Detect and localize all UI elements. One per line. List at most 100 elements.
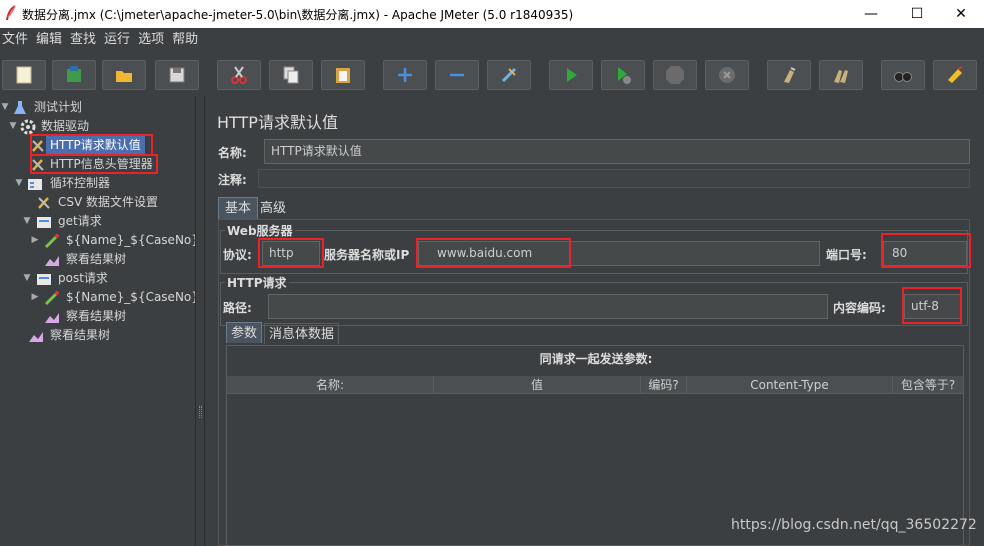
start-icon bbox=[567, 68, 577, 82]
copy-button[interactable] bbox=[269, 60, 313, 90]
cut-button[interactable] bbox=[217, 60, 261, 90]
collapse-toggle-icon[interactable]: ▼ bbox=[22, 269, 32, 288]
clear-button[interactable] bbox=[767, 60, 811, 90]
highlight-box bbox=[258, 238, 324, 268]
reset-search-icon bbox=[948, 66, 963, 83]
paste-button[interactable] bbox=[321, 60, 365, 90]
collapse-toggle-icon[interactable]: ▼ bbox=[14, 174, 24, 193]
column-include-equals[interactable]: 包含等于? bbox=[893, 376, 963, 394]
highlight-box bbox=[416, 238, 571, 268]
shutdown-icon bbox=[719, 67, 735, 83]
name-field[interactable]: HTTP请求默认值 bbox=[264, 139, 970, 164]
menu-options[interactable]: 选项 bbox=[136, 28, 166, 52]
start-no-pause-button[interactable] bbox=[601, 60, 645, 90]
web-server-group-title: Web服务器 bbox=[225, 222, 295, 239]
tab-parameters[interactable]: 参数 bbox=[226, 322, 263, 343]
search-button[interactable] bbox=[881, 60, 925, 90]
highlight-box bbox=[30, 134, 153, 156]
window-title: 数据分离.jmx (C:\jmeter\apache-jmeter-5.0\bi… bbox=[22, 8, 574, 22]
jmeter-feather-icon bbox=[6, 5, 16, 21]
menu-run[interactable]: 运行 bbox=[102, 28, 132, 52]
menu-help[interactable]: 帮助 bbox=[170, 28, 200, 52]
tab-basic[interactable]: 基本 bbox=[218, 197, 259, 219]
comment-label: 注释: bbox=[218, 173, 247, 187]
listener-icon bbox=[29, 332, 43, 342]
menu-bar: 文件 编辑 查找 运行 选项 帮助 bbox=[0, 28, 984, 52]
tree-node-loop-controller[interactable]: ▼ 循环控制器 bbox=[0, 174, 190, 193]
highlight-box bbox=[902, 287, 962, 324]
server-label: 服务器名称或IP bbox=[324, 248, 410, 262]
minimize-button[interactable]: — bbox=[848, 0, 894, 28]
tree-node-post-assertion[interactable]: ▶ ${Name}_${CaseNo} bbox=[0, 288, 199, 307]
new-button[interactable] bbox=[2, 60, 46, 90]
tree-node-post-request[interactable]: ▼ post请求 bbox=[0, 269, 190, 288]
splitter[interactable] bbox=[195, 96, 205, 546]
clear-icon bbox=[784, 67, 796, 83]
templates-button[interactable] bbox=[52, 60, 96, 90]
highlight-box bbox=[881, 233, 971, 268]
stop-icon bbox=[666, 66, 684, 84]
menu-edit[interactable]: 编辑 bbox=[34, 28, 64, 52]
collapse-toggle-icon[interactable]: ▼ bbox=[0, 98, 10, 117]
name-label: 名称: bbox=[218, 146, 247, 160]
highlight-box bbox=[30, 154, 158, 174]
tree-node-test-plan[interactable]: ▼ 测试计划 bbox=[0, 98, 190, 117]
port-label: 端口号: bbox=[826, 248, 867, 262]
sampler-icon bbox=[37, 217, 51, 228]
close-button[interactable]: ✕ bbox=[938, 0, 984, 28]
expand-toggle-icon[interactable]: ▶ bbox=[30, 288, 40, 307]
listener-icon bbox=[45, 313, 59, 323]
menu-search[interactable]: 查找 bbox=[68, 28, 98, 52]
protocol-label: 协议: bbox=[223, 248, 252, 262]
tab-advanced[interactable]: 高级 bbox=[254, 198, 292, 220]
menu-file[interactable]: 文件 bbox=[0, 28, 30, 52]
expand-icon bbox=[398, 68, 412, 82]
collapse-all-button[interactable] bbox=[435, 60, 479, 90]
tree-node-csv-config[interactable]: CSV 数据文件设置 bbox=[0, 193, 190, 212]
collapse-icon bbox=[450, 73, 464, 77]
parameters-table[interactable]: 同请求一起发送参数: 名称: 值 编码? Content-Type 包含等于? bbox=[226, 345, 964, 546]
expand-all-button[interactable] bbox=[383, 60, 427, 90]
new-icon bbox=[16, 66, 32, 84]
tree-node-results[interactable]: 察看结果树 bbox=[0, 326, 190, 345]
clear-all-button[interactable] bbox=[819, 60, 863, 90]
assertion-icon bbox=[44, 234, 59, 249]
tree-node-get-request[interactable]: ▼ get请求 bbox=[0, 212, 190, 231]
comment-field[interactable] bbox=[258, 169, 970, 188]
column-content-type[interactable]: Content-Type bbox=[687, 376, 893, 394]
open-button[interactable] bbox=[102, 60, 146, 90]
column-encode[interactable]: 编码? bbox=[641, 376, 687, 394]
maximize-button[interactable]: ☐ bbox=[894, 0, 940, 28]
column-name[interactable]: 名称: bbox=[227, 376, 434, 394]
expand-toggle-icon[interactable]: ▶ bbox=[30, 231, 40, 250]
thread-group-icon bbox=[20, 119, 36, 135]
watermark: https://blog.csdn.net/qq_36502272 bbox=[731, 517, 977, 533]
clear-all-icon bbox=[834, 70, 848, 83]
http-request-group-title: HTTP请求 bbox=[225, 274, 289, 291]
copy-icon bbox=[283, 66, 299, 84]
save-button[interactable] bbox=[155, 60, 199, 90]
shutdown-button[interactable] bbox=[705, 60, 749, 90]
listener-icon bbox=[45, 256, 59, 266]
reset-search-button[interactable] bbox=[933, 60, 977, 90]
start-no-pause-icon bbox=[618, 67, 631, 84]
tree-node-get-results[interactable]: 察看结果树 bbox=[0, 250, 190, 269]
open-icon bbox=[116, 71, 132, 82]
cut-icon bbox=[231, 66, 247, 84]
splitter-grip[interactable] bbox=[199, 406, 202, 418]
collapse-toggle-icon[interactable]: ▼ bbox=[22, 212, 32, 231]
start-button[interactable] bbox=[549, 60, 593, 90]
page-title: HTTP请求默认值 bbox=[217, 113, 338, 132]
column-value[interactable]: 值 bbox=[434, 376, 641, 394]
path-field[interactable] bbox=[268, 294, 828, 319]
toggle-button[interactable] bbox=[487, 60, 531, 90]
config-element-icon bbox=[38, 197, 50, 209]
stop-button[interactable] bbox=[653, 60, 697, 90]
encoding-label: 内容编码: bbox=[833, 301, 886, 315]
test-plan-tree[interactable]: ▼ 测试计划 ▼ 数据驱动 HTTP请求默认值 HTTP信息头管理器 ▼ 循环控… bbox=[0, 96, 199, 546]
sampler-icon bbox=[37, 274, 51, 285]
tree-node-post-results[interactable]: 察看结果树 bbox=[0, 307, 190, 326]
tree-node-get-assertion[interactable]: ▶ ${Name}_${CaseNo} bbox=[0, 231, 199, 250]
tab-body-data[interactable]: 消息体数据 bbox=[264, 323, 340, 344]
collapse-toggle-icon[interactable]: ▼ bbox=[8, 117, 18, 136]
